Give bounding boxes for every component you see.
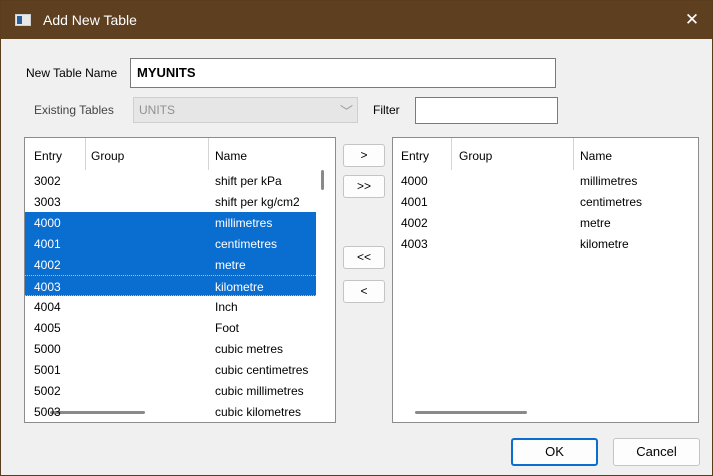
list-item[interactable]: 4004 Inch bbox=[25, 296, 316, 317]
cell-entry: 4002 bbox=[401, 216, 428, 230]
list-item[interactable]: 5003 cubic kilometres bbox=[25, 401, 316, 422]
cell-entry: 4000 bbox=[34, 216, 61, 230]
cell-name: shift per kPa bbox=[215, 174, 282, 188]
remove-all-button[interactable]: << bbox=[343, 246, 385, 269]
column-header-entry[interactable]: Entry bbox=[34, 149, 62, 163]
cell-name: shift per kg/cm2 bbox=[215, 195, 300, 209]
cell-name: Foot bbox=[215, 321, 240, 335]
cell-name: millimetres bbox=[580, 174, 638, 188]
cell-name: centimetres bbox=[215, 237, 278, 251]
title-bar: Add New Table ✕ bbox=[1, 1, 712, 39]
close-icon[interactable]: ✕ bbox=[672, 1, 712, 39]
cell-name: centimetres bbox=[580, 195, 643, 209]
list-item[interactable]: 4003 kilometre bbox=[25, 275, 316, 296]
add-all-button[interactable]: >> bbox=[343, 175, 385, 198]
list-item[interactable]: 4001 centimetres bbox=[393, 191, 698, 212]
cell-name: cubic centimetres bbox=[215, 363, 309, 377]
remove-selected-button[interactable]: < bbox=[343, 280, 385, 303]
cell-entry: 4005 bbox=[34, 321, 61, 335]
list-item[interactable]: 3002 shift per kPa bbox=[25, 170, 316, 191]
cell-name: cubic millimetres bbox=[215, 384, 304, 398]
list-item[interactable]: 5002 cubic millimetres bbox=[25, 380, 316, 401]
cell-entry: 5003 bbox=[34, 405, 61, 419]
horizontal-scrollbar[interactable] bbox=[415, 411, 527, 414]
cell-entry: 4004 bbox=[34, 300, 61, 314]
cell-name: millimetres bbox=[215, 216, 273, 230]
list-item[interactable]: 5000 cubic metres bbox=[25, 338, 316, 359]
add-selected-button[interactable]: > bbox=[343, 144, 385, 167]
column-header-entry[interactable]: Entry bbox=[401, 149, 429, 163]
cell-name: kilometre bbox=[580, 237, 629, 251]
column-header-name[interactable]: Name bbox=[580, 149, 612, 163]
cell-name: metre bbox=[580, 216, 611, 230]
cell-entry: 4000 bbox=[401, 174, 428, 188]
new-table-name-label: New Table Name bbox=[26, 66, 118, 80]
column-header-name[interactable]: Name bbox=[215, 149, 247, 163]
cell-name: metre bbox=[215, 258, 246, 272]
cancel-button[interactable]: Cancel bbox=[613, 438, 700, 466]
cell-name: Inch bbox=[215, 300, 238, 314]
cell-entry: 5002 bbox=[34, 384, 61, 398]
list-item[interactable]: 4002 metre bbox=[25, 254, 316, 275]
column-header-group[interactable]: Group bbox=[459, 149, 492, 163]
ok-button[interactable]: OK bbox=[511, 438, 598, 466]
list-item[interactable]: 4000 millimetres bbox=[393, 170, 698, 191]
vertical-scrollbar[interactable] bbox=[321, 170, 324, 190]
existing-tables-label: Existing Tables bbox=[34, 103, 114, 117]
column-header-group[interactable]: Group bbox=[91, 149, 124, 163]
cell-entry: 4002 bbox=[34, 258, 61, 272]
cell-entry: 3002 bbox=[34, 174, 61, 188]
list-item[interactable]: 4002 metre bbox=[393, 212, 698, 233]
cell-entry: 5001 bbox=[34, 363, 61, 377]
filter-label: Filter bbox=[373, 103, 400, 117]
filter-input[interactable] bbox=[415, 97, 558, 124]
cell-name: cubic metres bbox=[215, 342, 284, 356]
available-entries-list[interactable]: Entry Group Name 3002 shift per kPa 3003 sh… bbox=[24, 137, 336, 423]
add-new-table-dialog: Add New Table ✕ New Table Name MYUNITS E… bbox=[0, 0, 713, 476]
cell-entry: 4001 bbox=[34, 237, 61, 251]
list-item[interactable]: 4000 millimetres bbox=[25, 212, 316, 233]
cell-entry: 4003 bbox=[34, 280, 61, 294]
cell-name: cubic kilometres bbox=[215, 405, 302, 419]
cell-entry: 4001 bbox=[401, 195, 428, 209]
existing-tables-select[interactable]: UNITS ﹀ bbox=[133, 97, 358, 123]
dialog-title: Add New Table bbox=[43, 12, 137, 28]
list-item[interactable]: 3003 shift per kg/cm2 bbox=[25, 191, 316, 212]
list-item[interactable]: 4003 kilometre bbox=[393, 233, 698, 254]
existing-tables-value: UNITS bbox=[139, 103, 175, 117]
new-table-name-input[interactable]: MYUNITS bbox=[130, 58, 556, 88]
list-item[interactable]: 4001 centimetres bbox=[25, 233, 316, 254]
list-item[interactable]: 5001 cubic centimetres bbox=[25, 359, 316, 380]
cell-name: kilometre bbox=[215, 280, 264, 294]
chevron-down-icon: ﹀ bbox=[339, 104, 353, 119]
cell-entry: 4003 bbox=[401, 237, 428, 251]
selected-entries-list[interactable]: Entry Group Name 4000 millimetres 4001 cent… bbox=[392, 137, 699, 423]
list-item[interactable]: 4005 Foot bbox=[25, 317, 316, 338]
cell-entry: 5000 bbox=[34, 342, 61, 356]
app-icon bbox=[15, 14, 31, 26]
cell-entry: 3003 bbox=[34, 195, 61, 209]
